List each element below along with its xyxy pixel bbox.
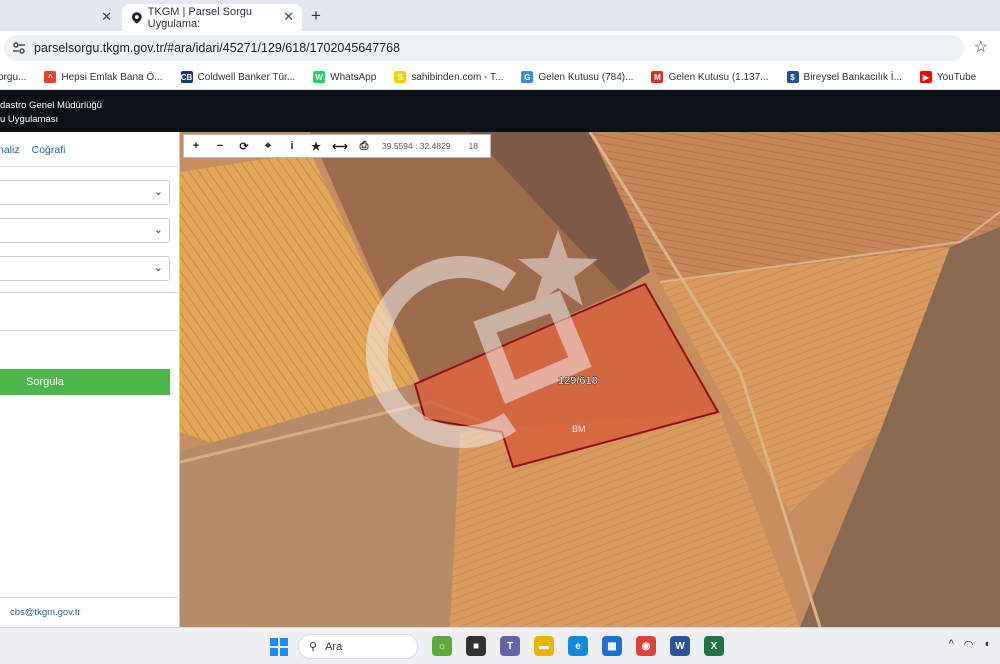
zoom-out-icon[interactable]: − bbox=[208, 140, 232, 152]
bookmark-label: Hepsi Emlak Bana Ö... bbox=[61, 71, 163, 83]
browser-tab-active[interactable]: TKGM | Parsel Sorgu Uygulama: ✕ bbox=[122, 4, 302, 31]
chrome-icon[interactable]: ◉ bbox=[636, 636, 656, 656]
bookmark-item[interactable]: ^ Hepsi Emlak Bana Ö... bbox=[44, 71, 163, 83]
search-icon: ⚲ bbox=[309, 641, 318, 653]
word-icon[interactable]: W bbox=[670, 636, 690, 656]
folder-icon[interactable]: ▬ bbox=[534, 636, 554, 656]
bookmark-item[interactable]: W WhatsApp bbox=[313, 71, 376, 83]
app-title-line2: u Uygulaması bbox=[0, 114, 59, 125]
file-explorer-icon[interactable]: ■ bbox=[466, 636, 486, 656]
sidebar-tabs: naliz Coğrafi bbox=[0, 144, 65, 156]
map-canvas[interactable]: BM 129/618 bbox=[180, 132, 1000, 627]
bookmark-star-icon[interactable]: ☆ bbox=[974, 37, 988, 57]
address-bar[interactable]: parselsorgu.tkgm.gov.tr/#ara/idari/45271… bbox=[4, 35, 964, 61]
print-icon[interactable]: ⎙ bbox=[352, 140, 376, 153]
tab-analiz[interactable]: naliz bbox=[0, 144, 20, 156]
favorite-icon[interactable]: ★ bbox=[304, 140, 328, 153]
district-select[interactable]: ⌄ bbox=[0, 218, 170, 243]
refresh-icon[interactable]: ⟳ bbox=[232, 140, 256, 153]
windows-start-icon[interactable] bbox=[270, 638, 288, 656]
search-label: Ara bbox=[325, 640, 343, 653]
widgets-icon[interactable]: ☼ bbox=[432, 636, 452, 656]
windows-taskbar: ⚲ Ara ☼ ■ T ▬ e ▦ ◉ W X ^ ◠ ◖ bbox=[0, 627, 1000, 664]
teams-icon[interactable]: T bbox=[500, 636, 520, 656]
measure-icon[interactable]: ⟷ bbox=[328, 140, 352, 153]
contact-email[interactable]: cbs@tkgm.gov.tr bbox=[10, 607, 81, 618]
youtube-icon: ▶ bbox=[919, 71, 932, 83]
chevron-down-icon: ⌄ bbox=[153, 224, 163, 236]
divider bbox=[0, 597, 178, 598]
neighborhood-select[interactable]: ⌄ bbox=[0, 256, 170, 281]
zoom-level: 18 bbox=[468, 141, 479, 151]
bookmark-item[interactable]: G Gelen Kutusu (784)... bbox=[521, 71, 633, 83]
divider bbox=[0, 330, 178, 331]
google-icon: G bbox=[521, 71, 534, 83]
system-tray: ^ ◠ ◖ bbox=[949, 638, 990, 651]
bookmark-item[interactable]: orgu... bbox=[0, 72, 26, 83]
gmail-icon: M bbox=[651, 71, 664, 83]
bookmark-item[interactable]: ▶ YouTube bbox=[919, 71, 977, 83]
chevron-up-icon[interactable]: ^ bbox=[949, 638, 954, 651]
bookmark-label: sahibinden.com - T... bbox=[411, 71, 504, 83]
coldwell-banker-icon: CB bbox=[180, 71, 193, 83]
hepsiemlak-icon: ^ bbox=[44, 71, 57, 83]
store-icon[interactable]: ▦ bbox=[602, 636, 622, 656]
bookmark-item[interactable]: $ Bireysel Bankacılık İ... bbox=[786, 71, 902, 83]
query-sidebar: naliz Coğrafi ⌄ ⌄ ⌄ Sorgula cbs@tkgm.gov… bbox=[0, 132, 180, 627]
province-select[interactable]: ⌄ bbox=[0, 180, 170, 205]
watermark-text: BM bbox=[572, 424, 586, 434]
site-settings-icon[interactable] bbox=[12, 41, 26, 55]
bookmark-label: YouTube bbox=[936, 71, 977, 83]
bookmark-label: Bireysel Bankacılık İ... bbox=[803, 71, 902, 83]
bank-icon: $ bbox=[786, 71, 799, 83]
bookmark-item[interactable]: CB Coldwell Banker Tür... bbox=[180, 71, 296, 83]
bookmarks-bar: orgu... ^ Hepsi Emlak Bana Ö... CB Coldwell … bbox=[0, 65, 1000, 90]
close-tab-icon[interactable]: ✕ bbox=[101, 9, 112, 25]
taskbar-search[interactable]: ⚲ Ara bbox=[298, 634, 418, 659]
excel-icon[interactable]: X bbox=[704, 636, 724, 656]
sahibinden-icon: S bbox=[394, 71, 407, 83]
divider bbox=[0, 166, 178, 167]
new-tab-icon[interactable]: + bbox=[311, 6, 321, 26]
volume-icon[interactable]: ◖ bbox=[983, 638, 990, 651]
whatsapp-icon: W bbox=[313, 71, 326, 83]
app-header: dastro Genel Müdürlüğü u Uygulaması bbox=[0, 90, 1000, 132]
chevron-down-icon: ⌄ bbox=[153, 186, 163, 198]
bookmark-label: WhatsApp bbox=[330, 71, 377, 83]
edge-icon[interactable]: e bbox=[568, 636, 588, 656]
chevron-down-icon: ⌄ bbox=[153, 262, 163, 274]
browser-tab-inactive[interactable]: ✕ bbox=[0, 4, 120, 31]
close-tab-icon[interactable]: ✕ bbox=[283, 9, 294, 25]
bookmark-label: Coldwell Banker Tür... bbox=[197, 71, 296, 83]
bookmark-label: orgu... bbox=[0, 71, 27, 83]
locate-icon[interactable]: ⌖ bbox=[256, 140, 280, 153]
info-icon[interactable]: i bbox=[280, 140, 304, 152]
satellite-map[interactable]: BM 129/618 bbox=[180, 132, 1000, 627]
zoom-in-icon[interactable]: + bbox=[184, 140, 208, 152]
map-toolbar: + − ⟳ ⌖ i ★ ⟷ ⎙ 39.5594 : 32.4829 18 bbox=[183, 134, 491, 158]
bookmark-label: Gelen Kutusu (784)... bbox=[538, 71, 634, 83]
bookmark-item[interactable]: Ssahibinden.com - T... bbox=[394, 71, 503, 83]
app-title-line1: dastro Genel Müdürlüğü bbox=[0, 100, 102, 111]
bookmark-label: Gelen Kutusu (1.137... bbox=[668, 71, 769, 83]
tab-title: TKGM | Parsel Sorgu Uygulama: bbox=[147, 5, 252, 30]
address-bar-row: parselsorgu.tkgm.gov.tr/#ara/idari/45271… bbox=[0, 31, 1000, 65]
tab-cografi[interactable]: Coğrafi bbox=[32, 144, 66, 156]
browser-tab-strip: ✕ TKGM | Parsel Sorgu Uygulama: ✕ + bbox=[0, 0, 1000, 31]
query-button[interactable]: Sorgula bbox=[0, 369, 170, 395]
url-text: parselsorgu.tkgm.gov.tr/#ara/idari/45271… bbox=[34, 41, 401, 55]
bookmark-item[interactable]: M Gelen Kutusu (1.137... bbox=[651, 71, 769, 83]
parcel-label: 129/618 bbox=[558, 375, 598, 387]
location-pin-icon bbox=[132, 11, 142, 24]
wifi-icon[interactable]: ◠ bbox=[964, 638, 974, 651]
divider bbox=[0, 292, 178, 293]
coordinate-readout: 39.5594 : 32.4829 bbox=[382, 141, 451, 151]
